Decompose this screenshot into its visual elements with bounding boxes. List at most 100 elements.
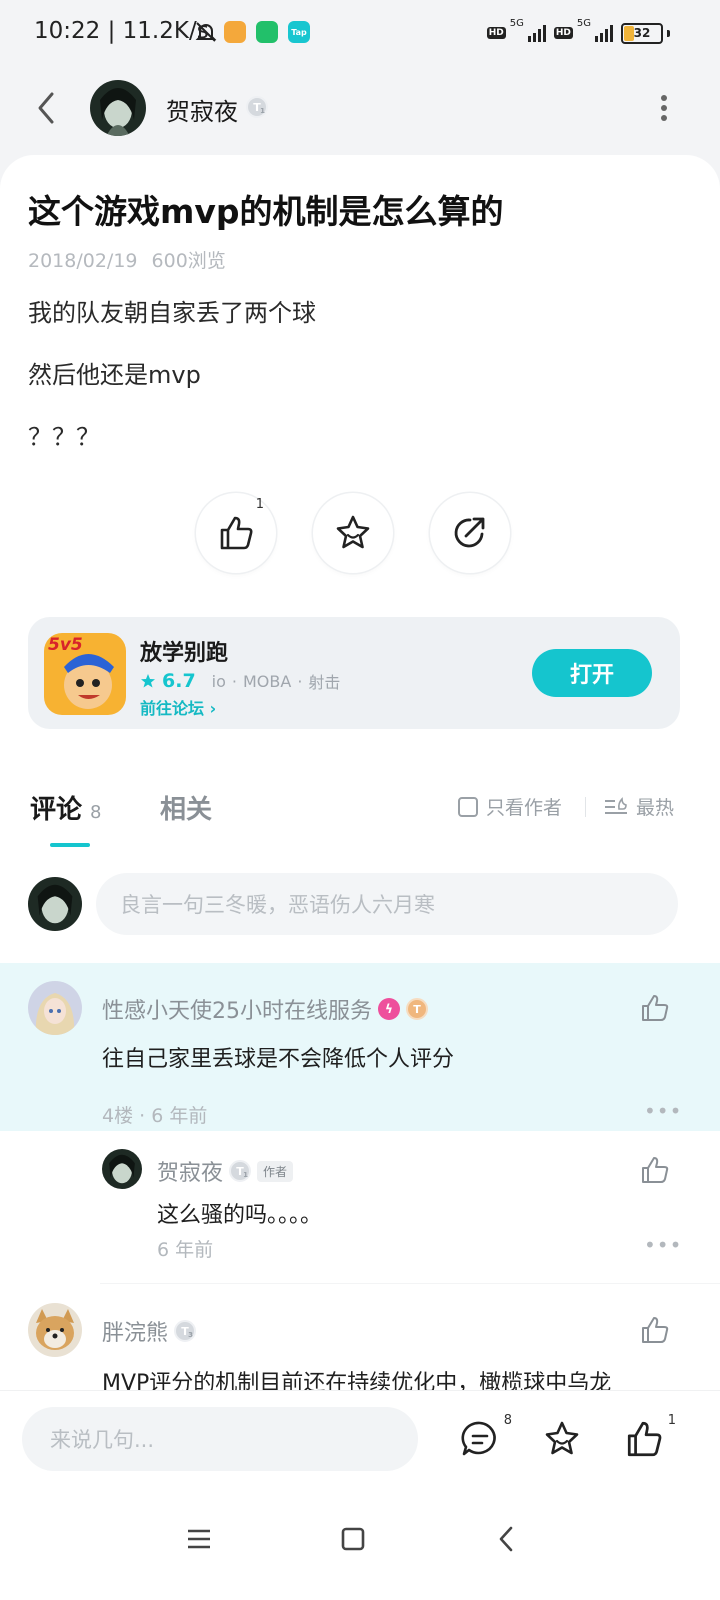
level-badge: T1 bbox=[229, 1160, 252, 1182]
level-number: 1 bbox=[260, 107, 265, 115]
sort-icon bbox=[605, 796, 627, 814]
reply-avatar[interactable] bbox=[102, 1149, 142, 1189]
comments-section: 评论 8 相关 只看作者 最热 良言一句三冬暖，恶语伤人六月寒 性感小天使25小… bbox=[0, 765, 720, 1390]
level-number: 1 bbox=[243, 1171, 249, 1179]
tag-separator: · bbox=[297, 671, 303, 691]
reply-input[interactable]: 来说几句... bbox=[22, 1407, 418, 1471]
share-icon bbox=[454, 517, 485, 548]
tab-comments-count: 8 bbox=[90, 802, 102, 823]
signal-icon bbox=[527, 25, 546, 42]
commenter-name[interactable]: 性感小天使25小时在线服务 bbox=[102, 993, 372, 1025]
comment-text: 往自己家里丢球是不会降低个人评分 bbox=[102, 1047, 455, 1072]
reply-more-icon[interactable]: ••• bbox=[644, 1233, 682, 1257]
tab-indicator bbox=[50, 843, 90, 847]
shield-app-icon bbox=[256, 21, 278, 43]
author-avatar[interactable] bbox=[90, 80, 146, 136]
comment-bubble-icon bbox=[461, 1421, 496, 1456]
bottom-action-bar: 来说几句... 8 1 bbox=[0, 1390, 720, 1487]
favorite-button[interactable] bbox=[313, 493, 393, 573]
reply-text: 这么骚的吗。。。。 bbox=[157, 1203, 323, 1228]
post-title: 这个游戏mvp的机制是怎么算的 bbox=[28, 192, 504, 231]
level-number: 3 bbox=[188, 1331, 194, 1339]
comment-like-icon[interactable] bbox=[640, 993, 670, 1023]
author-only-label: 只看作者 bbox=[486, 797, 563, 819]
like-count: 1 bbox=[255, 497, 264, 512]
level-badge: T1 bbox=[246, 96, 268, 118]
reply-meta: 6 年前 bbox=[157, 1239, 214, 1261]
favorite-bottom-button[interactable] bbox=[542, 1419, 582, 1459]
game-card[interactable]: 5v5 放学别跑 6.7 io · MOBA · 射击 前往论坛 › 打开 bbox=[28, 617, 680, 729]
author-name[interactable]: 贺寂夜 bbox=[166, 92, 238, 127]
comment-meta: 4楼 · 6 年前 bbox=[102, 1105, 208, 1127]
level-badge: T3 bbox=[174, 1320, 197, 1342]
lightning-badge-icon: ϟ bbox=[378, 998, 400, 1020]
reply-like-icon[interactable] bbox=[640, 1155, 670, 1185]
game-info: 6.7 io · MOBA · 射击 bbox=[140, 669, 340, 693]
post-body-line: 我的队友朝自家丢了两个球 bbox=[28, 299, 316, 327]
post-body-line: 然后他还是mvp bbox=[28, 361, 201, 389]
comment-input[interactable]: 良言一句三冬暖，恶语伤人六月寒 bbox=[96, 873, 678, 935]
thumb-up-icon bbox=[627, 1421, 662, 1457]
rating-star-icon bbox=[141, 674, 155, 688]
post-meta: 2018/02/19 600浏览 bbox=[28, 246, 226, 273]
divider bbox=[100, 1283, 720, 1284]
level-letter: T bbox=[413, 1002, 421, 1016]
forum-link-label: 前往论坛 bbox=[140, 699, 205, 718]
commenter-name-row: 胖浣熊 T3 bbox=[102, 1315, 197, 1347]
comment-item[interactable]: 性感小天使25小时在线服务 ϟ T 往自己家里丢球是不会降低个人评分 4楼 · … bbox=[0, 963, 720, 1131]
back-icon[interactable] bbox=[492, 1524, 522, 1554]
status-bar: 10:22 | 11.2K/s Tap HD 5G HD 5G 32 bbox=[0, 0, 720, 66]
tab-comments[interactable]: 评论 8 bbox=[30, 789, 101, 826]
mute-bell-icon bbox=[195, 22, 217, 42]
comments-button[interactable]: 8 bbox=[460, 1413, 512, 1459]
battery-level: 32 bbox=[633, 25, 651, 40]
forum-link[interactable]: 前往论坛 › bbox=[140, 695, 216, 719]
star-icon bbox=[545, 1421, 579, 1455]
thumb-up-icon bbox=[220, 516, 253, 550]
network-type: 5G bbox=[509, 18, 524, 29]
game-icon-text: 5v5 bbox=[48, 635, 83, 655]
reply-name-row: 贺寂夜 T1 作者 bbox=[157, 1155, 294, 1187]
game-score: 6.7 bbox=[162, 670, 196, 692]
tap-app-icon: Tap bbox=[288, 21, 310, 43]
post-date: 2018/02/19 bbox=[28, 250, 138, 272]
level-badge: T bbox=[406, 998, 428, 1020]
game-tag: io bbox=[211, 671, 226, 691]
reply-user-name[interactable]: 贺寂夜 bbox=[157, 1155, 223, 1187]
chevron-right-icon: › bbox=[209, 699, 217, 718]
status-time: 10:22 | 11.2K/s bbox=[34, 18, 209, 44]
game-tag: 射击 bbox=[308, 673, 341, 692]
commenter-name[interactable]: 胖浣熊 bbox=[102, 1315, 168, 1347]
back-arrow-icon[interactable] bbox=[28, 86, 68, 130]
like-count: 1 bbox=[667, 1413, 676, 1428]
post-views: 600浏览 bbox=[151, 250, 226, 272]
game-icon[interactable]: 5v5 bbox=[44, 633, 126, 715]
like-bottom-button[interactable]: 1 bbox=[624, 1413, 676, 1459]
tab-comments-label: 评论 bbox=[30, 795, 83, 825]
home-icon[interactable] bbox=[338, 1524, 368, 1554]
battery-tip bbox=[667, 29, 670, 37]
share-button[interactable] bbox=[430, 493, 510, 573]
post-card: 这个游戏mvp的机制是怎么算的 2018/02/19 600浏览 我的队友朝自家丢… bbox=[0, 155, 720, 767]
author-tag: 作者 bbox=[257, 1160, 294, 1182]
author-only-toggle[interactable]: 只看作者 bbox=[458, 793, 562, 820]
sort-button[interactable]: 最热 bbox=[604, 793, 674, 820]
tab-related[interactable]: 相关 bbox=[160, 789, 212, 826]
like-button[interactable]: 1 bbox=[196, 493, 276, 573]
current-user-avatar bbox=[28, 877, 82, 931]
tag-separator: · bbox=[231, 671, 237, 691]
status-indicators: HD 5G HD 5G 32 bbox=[486, 18, 670, 46]
menu-icon[interactable] bbox=[184, 1524, 214, 1554]
commenter-avatar[interactable] bbox=[28, 981, 82, 1035]
battery-icon: 32 bbox=[621, 22, 663, 44]
checkbox-icon[interactable] bbox=[458, 796, 478, 817]
more-options-icon[interactable] bbox=[654, 88, 674, 128]
game-name: 放学别跑 bbox=[140, 641, 229, 666]
comment-text: MVP评分的机制目前还在持续优化中，橄榄球中乌龙 bbox=[102, 1371, 612, 1390]
open-game-button[interactable]: 打开 bbox=[532, 649, 652, 697]
comment-like-icon[interactable] bbox=[640, 1315, 670, 1345]
hd-badge-2: HD bbox=[553, 27, 573, 39]
commenter-avatar[interactable] bbox=[28, 1303, 82, 1357]
sort-label: 最热 bbox=[636, 797, 675, 819]
comment-more-icon[interactable]: ••• bbox=[644, 1099, 682, 1123]
